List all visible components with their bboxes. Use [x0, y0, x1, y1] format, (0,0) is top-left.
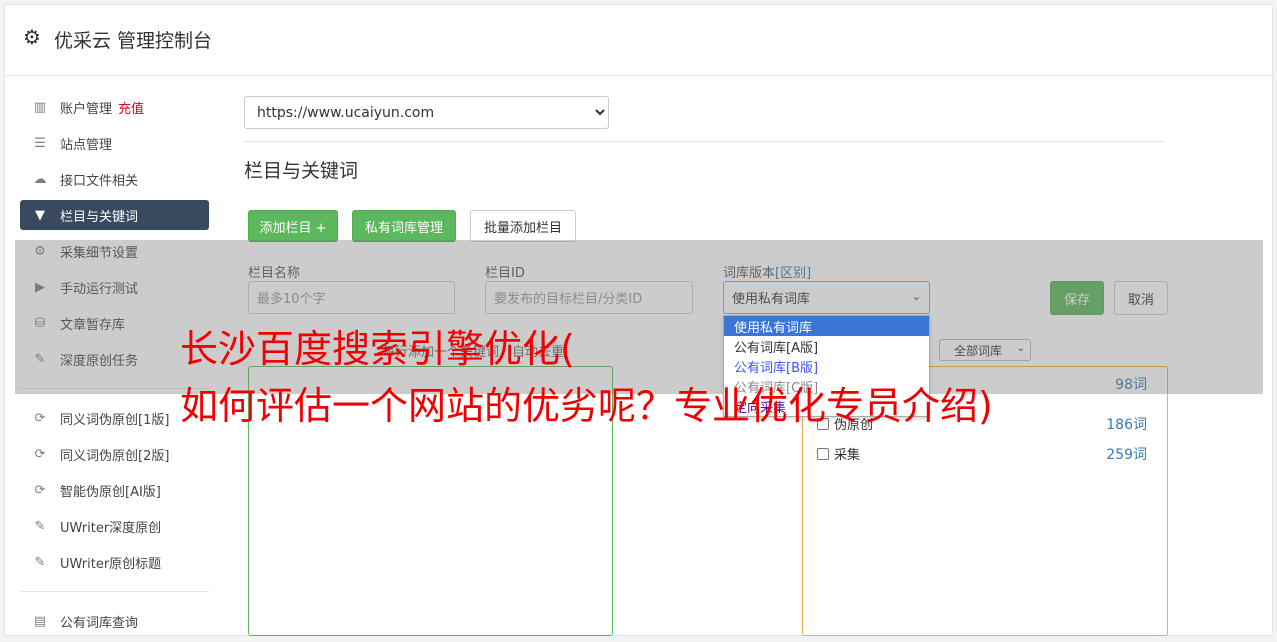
sidebar-item-label: 站点管理	[60, 137, 113, 153]
sidebar-item-synonym-2[interactable]: ⟳ 同义词伪原创[2版]	[20, 439, 209, 469]
server-icon: ☰	[34, 135, 46, 151]
lib-count[interactable]: 259词	[1106, 444, 1147, 464]
lib-checkbox[interactable]	[817, 447, 829, 460]
sidebar-item-account[interactable]: ▥ 账户管理 充值	[20, 92, 209, 122]
sidebar-item-ai-rewrite[interactable]: ⟳ 智能伪原创[AI版]	[20, 475, 209, 505]
dropdown-option[interactable]: 公有词库[B版]	[724, 356, 929, 376]
refresh-icon: ⟳	[34, 482, 46, 498]
page-title: 优采云 管理控制台	[54, 30, 213, 52]
lib-row[interactable]: 采集 259词	[817, 444, 1147, 463]
sidebar-item-label: 栏目与关键词	[60, 209, 139, 225]
sidebar-item-interface[interactable]: ☁ 接口文件相关	[20, 164, 209, 194]
edit-icon: ✎	[34, 554, 46, 570]
filter-icon: ▼	[35, 207, 45, 223]
book-icon: ▤	[33, 613, 47, 629]
sidebar-item-label: 公有词库查询	[60, 615, 139, 631]
sidebar-item-label: UWriter深度原创	[60, 520, 162, 536]
sidebar-item-label: UWriter原创标题	[60, 556, 162, 572]
sidebar-item-public-lib[interactable]: ▤ 公有词库查询	[20, 606, 209, 636]
site-select[interactable]: https://www.ucaiyun.com	[244, 96, 609, 129]
sidebar-item-columns[interactable]: ▼ 栏目与关键词	[20, 200, 209, 230]
section-title: 栏目与关键词	[244, 160, 359, 182]
add-column-button[interactable]: 添加栏目 +	[248, 210, 338, 242]
headline-line-2: 如何评估一个网站的优劣呢？专业优化专员介绍)	[180, 384, 993, 428]
gear-icon: ⚙	[23, 25, 41, 49]
dropdown-option[interactable]: 使用私有词库	[724, 316, 929, 336]
cloud-upload-icon: ☁	[33, 171, 47, 187]
edit-icon: ✎	[34, 518, 46, 534]
sidebar-item-label: 账户管理	[60, 101, 113, 117]
private-lib-button[interactable]: 私有词库管理	[352, 210, 456, 242]
sidebar-item-label: 同义词伪原创[1版]	[60, 412, 170, 428]
section-divider	[244, 141, 1164, 142]
headline-line-1: 长沙百度搜索引擎优化(	[180, 327, 575, 371]
lib-name: 采集	[834, 448, 861, 463]
refresh-icon: ⟳	[34, 446, 46, 462]
recharge-link[interactable]: 充值	[118, 98, 144, 117]
sidebar-item-uwriter-deep[interactable]: ✎ UWriter深度原创	[20, 511, 209, 541]
lib-count[interactable]: 186词	[1106, 414, 1147, 434]
batch-add-button[interactable]: 批量添加栏目	[470, 210, 576, 242]
dropdown-option[interactable]: 公有词库[A版]	[724, 336, 929, 356]
header: ⚙ 优采云 管理控制台	[5, 5, 1274, 76]
refresh-icon: ⟳	[34, 410, 46, 426]
sidebar-divider	[20, 591, 209, 592]
bar-chart-icon: ▥	[33, 99, 47, 115]
sidebar-item-label: 同义词伪原创[2版]	[60, 448, 170, 464]
sidebar-item-uwriter-title[interactable]: ✎ UWriter原创标题	[20, 547, 209, 577]
sidebar-item-sites[interactable]: ☰ 站点管理	[20, 128, 209, 158]
sidebar-item-label: 智能伪原创[AI版]	[60, 484, 161, 500]
sidebar-item-label: 接口文件相关	[60, 173, 139, 189]
